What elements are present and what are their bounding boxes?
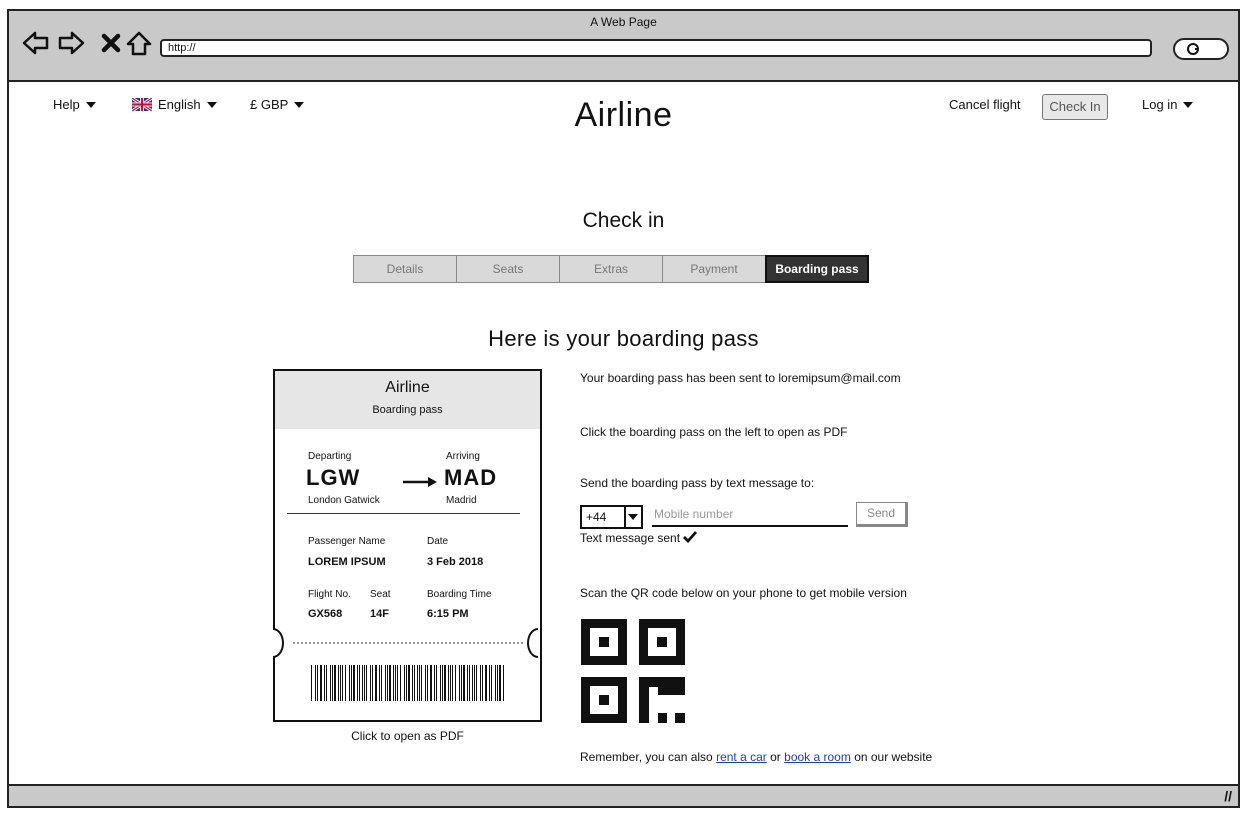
cancel-flight-link[interactable]: Cancel flight	[949, 97, 1021, 112]
step-payment[interactable]: Payment	[662, 255, 766, 283]
flight-number: GX568	[308, 608, 343, 620]
remember-suffix: on our website	[854, 750, 933, 764]
pass-airline: Airline	[385, 379, 430, 396]
arrival-name: Madrid	[446, 495, 477, 506]
sms-instruction: Send the boarding pass by text message t…	[580, 476, 815, 490]
flight-label: Flight No.	[308, 589, 351, 600]
step-boarding-pass[interactable]: Boarding pass	[765, 255, 869, 283]
step-details[interactable]: Details	[353, 255, 457, 283]
status-bar: //	[9, 784, 1238, 806]
send-button[interactable]: Send	[856, 502, 908, 527]
flight-date: 3 Feb 2018	[427, 556, 484, 568]
remember-or: or	[770, 750, 781, 764]
boarding-pass-card[interactable]: Airline Boarding pass Departing Arriving…	[273, 369, 542, 722]
qr-code-icon[interactable]	[581, 619, 685, 723]
country-code-value: +44	[586, 510, 607, 524]
passenger-label: Passenger Name	[308, 536, 386, 547]
boarding-time: 6:15 PM	[427, 608, 469, 620]
country-code-select[interactable]: +44	[580, 505, 643, 529]
home-icon[interactable]	[124, 28, 154, 58]
progress-steps: Details Seats Extras Payment Boarding pa…	[353, 255, 869, 283]
open-pdf-caption[interactable]: Click to open as PDF	[273, 729, 542, 743]
passenger-name: LOREM IPSUM	[308, 556, 386, 568]
qr-instruction: Scan the QR code below on your phone to …	[580, 586, 907, 600]
search-icon	[1187, 43, 1199, 55]
book-room-link[interactable]: book a room	[784, 750, 851, 764]
browser-toolbar: A Web Page http://	[9, 11, 1238, 82]
arrival-code: MAD	[444, 465, 498, 490]
pass-divider	[287, 513, 520, 514]
right-long-arrow-icon	[403, 477, 437, 487]
remember-prefix: Remember, you can also	[580, 750, 713, 764]
arriving-label: Arriving	[446, 451, 480, 462]
caret-down-icon[interactable]	[623, 507, 641, 527]
pass-subtitle: Boarding pass	[372, 404, 443, 416]
step-seats[interactable]: Seats	[456, 255, 560, 283]
sms-sent-status: Text message sent	[580, 531, 698, 545]
login-label: Log in	[1142, 97, 1178, 112]
cross-sell-note: Remember, you can also rent a car or boo…	[580, 750, 932, 764]
sms-sent-label: Text message sent	[580, 531, 681, 545]
departure-code: LGW	[306, 465, 361, 490]
caret-down-icon	[1183, 101, 1194, 108]
departing-label: Departing	[308, 451, 352, 462]
section-title: Here is your boarding pass	[488, 326, 759, 351]
search-button[interactable]	[1173, 38, 1229, 60]
pdf-instruction: Click the boarding pass on the left to o…	[580, 425, 848, 439]
seat-number: 14F	[370, 608, 389, 620]
date-label: Date	[427, 536, 449, 547]
pass-header: Airline Boarding pass	[275, 371, 540, 429]
perforation-line	[293, 642, 523, 644]
boarding-time-label: Boarding Time	[427, 589, 492, 600]
url-bar[interactable]: http://	[160, 39, 1152, 57]
login-menu[interactable]: Log in	[1142, 97, 1194, 112]
close-icon[interactable]	[96, 28, 126, 58]
checkmark-icon	[683, 531, 698, 544]
rent-car-link[interactable]: rent a car	[716, 750, 767, 764]
barcode-icon	[311, 665, 504, 701]
right-arrow-icon[interactable]	[56, 28, 86, 58]
left-arrow-icon[interactable]	[21, 28, 51, 58]
step-extras[interactable]: Extras	[559, 255, 663, 283]
mobile-number-input[interactable]	[652, 503, 848, 527]
sent-confirmation: Your boarding pass has been sent to lore…	[580, 371, 901, 385]
seat-label: Seat	[370, 589, 391, 600]
window-title: A Web Page	[590, 15, 657, 29]
departure-name: London Gatwick	[308, 495, 380, 506]
check-in-button[interactable]: Check In	[1042, 94, 1108, 120]
resize-grip-icon[interactable]: //	[1224, 788, 1232, 804]
page-title: Check in	[582, 209, 665, 232]
